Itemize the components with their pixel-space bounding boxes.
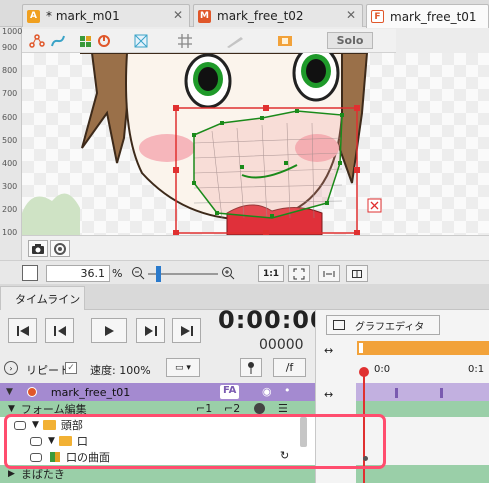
warp-grid-icon[interactable] — [132, 32, 150, 50]
zoom-bar: 36.1 % 1:1 — [0, 260, 489, 284]
key-icon[interactable] — [254, 403, 265, 414]
ruler-label: 400 — [2, 159, 18, 168]
previous-frame-icon[interactable] — [45, 318, 74, 343]
character-artwork — [22, 53, 382, 235]
tab-timeline[interactable]: タイムライン — [0, 286, 85, 310]
zoom-in-icon[interactable] — [221, 266, 235, 283]
zoom-out-icon[interactable] — [131, 266, 145, 283]
tab-mark-free-t01[interactable]: F mark_free_t01 — [366, 4, 489, 28]
background-color-swatch[interactable] — [22, 265, 38, 281]
playhead-handle[interactable] — [359, 367, 369, 377]
work-area-start-handle[interactable] — [359, 343, 363, 353]
fit-height-icon[interactable] — [346, 265, 368, 282]
canvas-toolbar: Solo — [22, 29, 396, 53]
close-icon[interactable]: ✕ — [173, 8, 183, 22]
curve-tool-icon[interactable] — [49, 32, 67, 50]
ruler-label: 1000 — [2, 27, 23, 36]
tab-mark-free-t02[interactable]: M mark_free_t02 ✕ — [193, 4, 363, 27]
dot-icon: • — [284, 384, 291, 397]
time-ruler-label: 0:0 — [374, 364, 391, 375]
repeat-checkbox[interactable]: ✓ — [65, 362, 77, 374]
zoom-input[interactable]: 36.1 — [46, 265, 110, 282]
rotation-tool-icon[interactable] — [95, 32, 113, 50]
tab-label: * mark_m01 — [46, 9, 120, 23]
highlight-annotation — [4, 414, 386, 469]
zoom-percent-label: % — [112, 267, 123, 280]
camera-icon[interactable] — [28, 240, 48, 257]
keyframe-marker[interactable] — [395, 388, 398, 398]
fit-screen-icon[interactable] — [288, 265, 310, 282]
repeat-label: リピート — [26, 364, 70, 377]
tab-label: mark_free_t02 — [217, 9, 304, 23]
pin-icon[interactable] — [240, 358, 262, 377]
brush-icon[interactable] — [225, 32, 243, 50]
fps-button[interactable]: /f — [273, 358, 306, 377]
work-area-bar[interactable] — [357, 341, 489, 355]
ruler-label: 500 — [2, 136, 18, 145]
fit-width-icon[interactable] — [318, 265, 340, 282]
expand-icon[interactable]: ▶ — [8, 469, 15, 479]
speed-label: 速度: 100% — [90, 364, 151, 377]
visibility-icon[interactable]: ◉ — [262, 385, 272, 398]
ruler-label: 700 — [2, 89, 18, 98]
ruler-label: 200 — [2, 205, 18, 214]
go-to-end-icon[interactable] — [172, 318, 201, 343]
close-icon[interactable]: ✕ — [346, 8, 356, 22]
view-settings-icon[interactable] — [50, 240, 70, 257]
next-frame-icon[interactable] — [136, 318, 165, 343]
canvas-view-bar — [22, 235, 489, 260]
animation-file-icon: F — [371, 10, 384, 23]
ruler-label: 100 — [2, 228, 18, 237]
model-file-icon: A — [27, 9, 40, 23]
ruler-label: 300 — [2, 182, 18, 191]
ruler-label: 800 — [2, 66, 18, 75]
ruler-label: 600 — [2, 113, 18, 122]
actual-size-button[interactable]: 1:1 — [258, 265, 284, 282]
vertical-ruler: 1000 900 800 700 600 500 400 300 200 100 — [0, 27, 22, 262]
layer-name: mark_free_t01 — [50, 385, 131, 399]
fa-badge[interactable]: FA — [220, 385, 240, 399]
film-icon[interactable] — [276, 32, 294, 50]
go-to-start-icon[interactable] — [8, 318, 37, 343]
collapse-icon[interactable]: ▼ — [6, 387, 13, 397]
expand-horizontal-icon[interactable]: ↔ — [324, 388, 333, 401]
model-file-icon: M — [198, 9, 211, 23]
chevron-right-icon[interactable]: › — [4, 361, 18, 375]
tab-mark-m01[interactable]: A * mark_m01 ✕ — [22, 4, 190, 27]
model-canvas[interactable] — [22, 53, 489, 235]
tab-label: mark_free_t01 — [390, 9, 477, 24]
graph-icon — [333, 320, 345, 330]
solo-button[interactable]: Solo — [327, 32, 373, 49]
zoom-slider-handle[interactable] — [156, 266, 161, 282]
play-icon[interactable] — [91, 318, 127, 343]
glue-tool-icon[interactable] — [77, 32, 95, 50]
keyframe-marker[interactable] — [440, 388, 443, 398]
current-frame-display: 00000 — [259, 337, 304, 353]
deformer-tool-icon[interactable] — [28, 32, 46, 50]
collapse-icon[interactable]: ▼ — [8, 404, 15, 414]
ruler-label: 900 — [2, 43, 18, 52]
time-ruler-label: 0:1 — [468, 364, 485, 375]
graph-editor-button[interactable]: グラフエディタ — [326, 315, 440, 335]
layer-row-root[interactable]: ▼ mark_free_t01 FA ◉ • — [0, 383, 315, 401]
playback-mode-dropdown[interactable]: ▭ ▾ — [166, 358, 200, 377]
root-track[interactable] — [356, 383, 489, 401]
avatar-icon — [26, 387, 37, 397]
document-tab-bar: A * mark_m01 ✕ M mark_free_t02 ✕ F mark_… — [0, 0, 489, 28]
current-time-display: 0:00:00 — [218, 306, 328, 334]
grid-icon[interactable] — [176, 32, 194, 50]
expand-horizontal-icon[interactable]: ↔ — [324, 344, 333, 357]
